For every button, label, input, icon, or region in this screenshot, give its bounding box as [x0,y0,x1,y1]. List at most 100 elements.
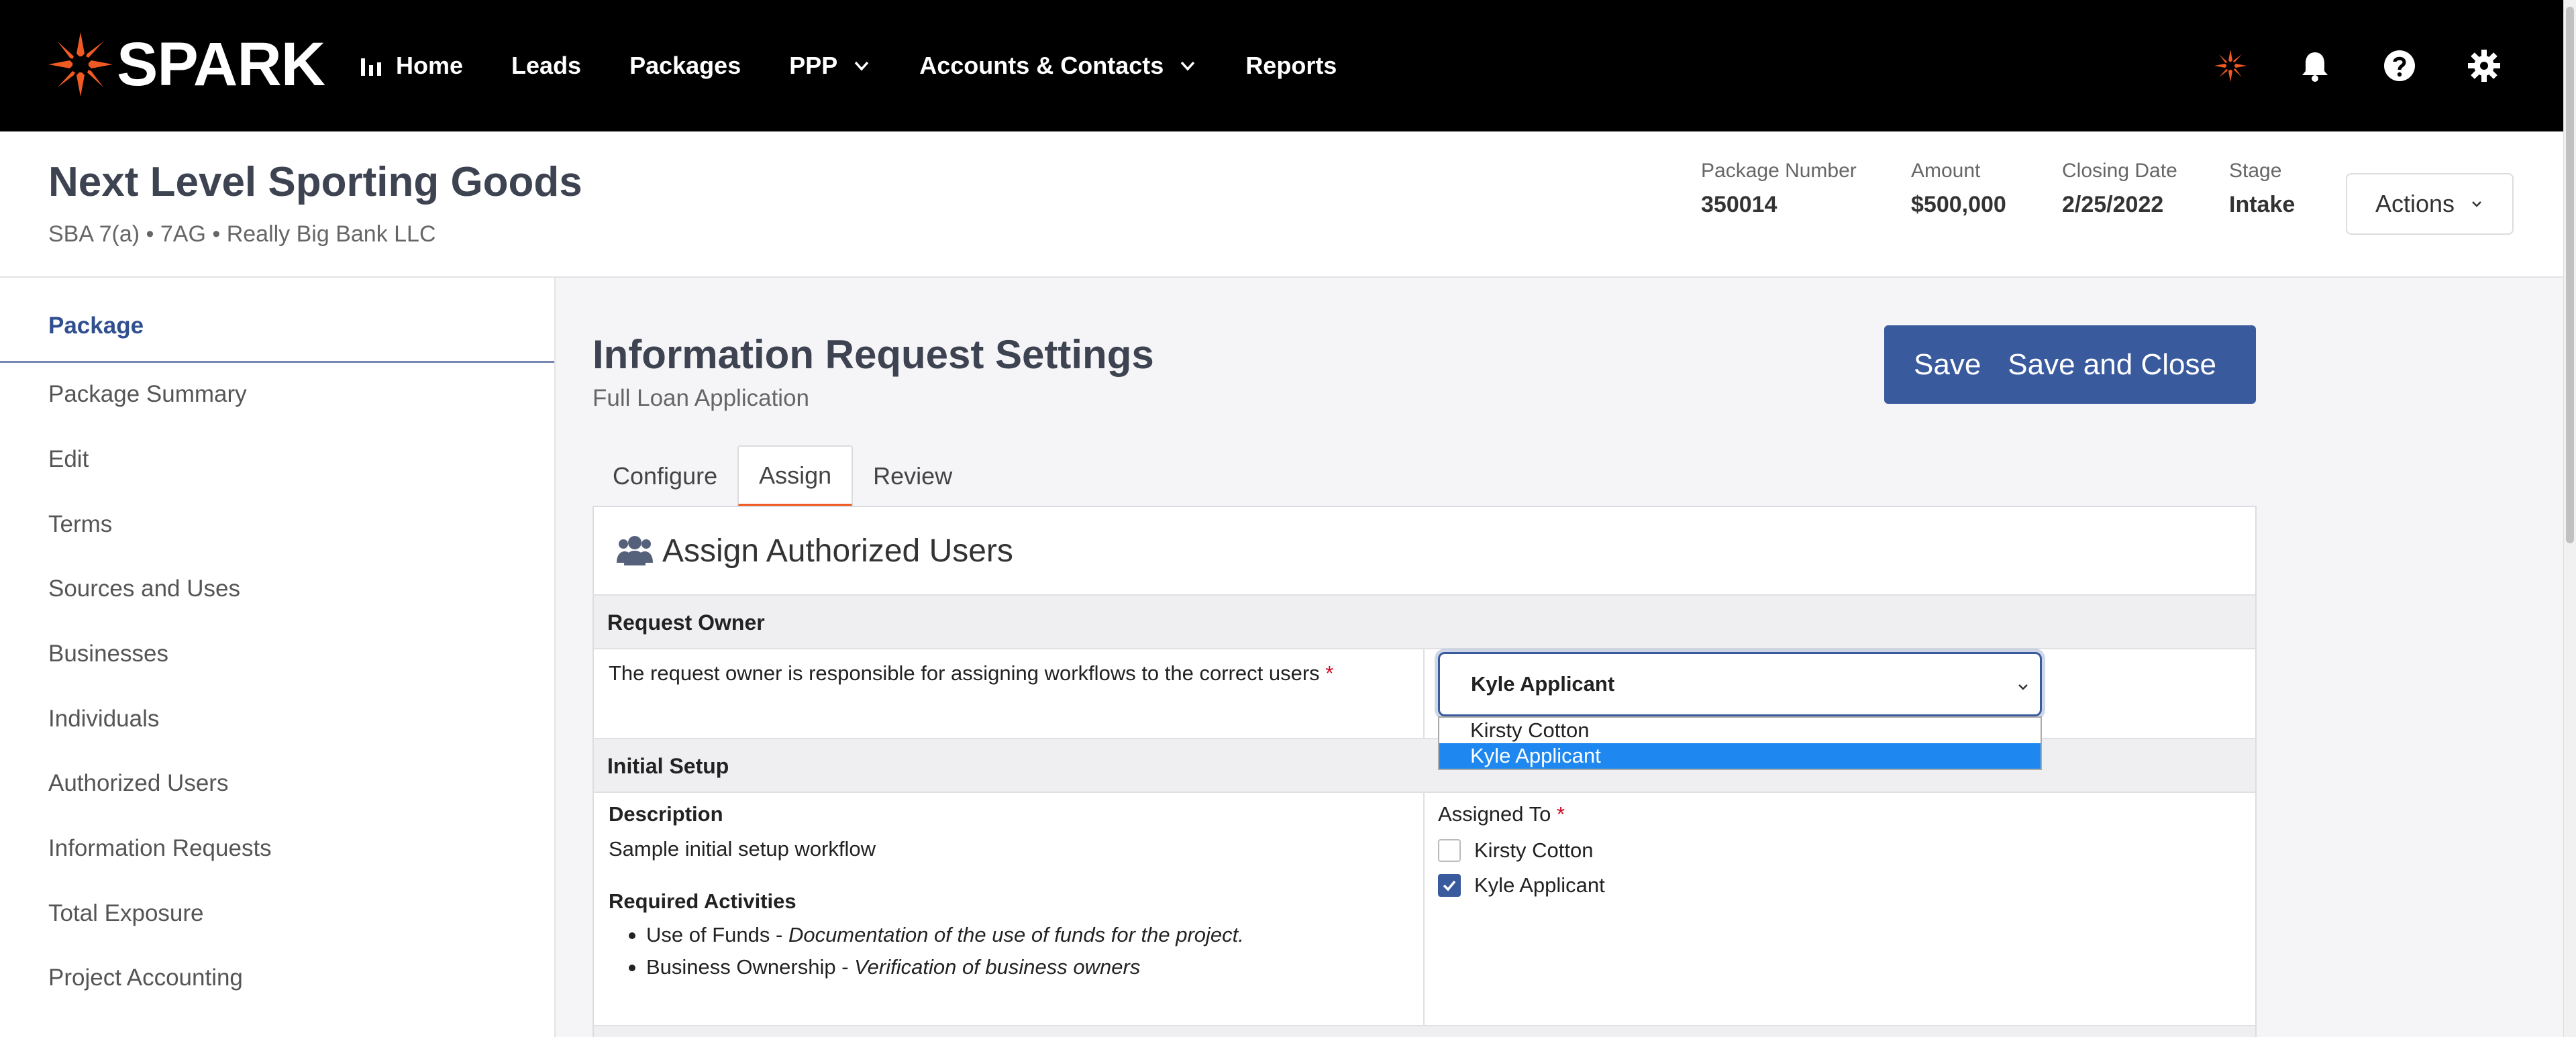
save-button-group: Save Save and Close [1884,325,2256,404]
list-item: Use of Funds - Documentation of the use … [609,923,1244,947]
bar-chart-icon [361,58,381,76]
sidebar-divider [0,361,554,363]
top-navbar: SPARK Home Leads Packages PPP Accounts &… [0,0,2563,131]
required-activities-list: Use of Funds - Documentation of the use … [609,923,1244,987]
assignee-kyle-applicant[interactable]: Kyle Applicant [1438,873,1605,897]
section-request-owner: Request Owner [594,594,2255,649]
page-title: Information Request Settings [593,332,1154,377]
chevron-down-icon [2018,684,2028,690]
nav-packages[interactable]: Packages [629,52,741,80]
stat-value: 350014 [1701,192,1778,217]
gear-icon[interactable] [2467,48,2502,83]
assignee-checkbox[interactable] [1438,874,1461,897]
assignee-kirsty-cotton[interactable]: Kirsty Cotton [1438,838,1593,863]
nav-accounts-contacts[interactable]: Accounts & Contacts [919,52,1197,80]
assigned-to-label: Assigned To * [1438,802,1565,826]
nav-packages-label: Packages [629,52,741,79]
stat-label: Closing Date [2062,160,2177,182]
activity-separator: - [770,923,788,946]
request-owner-description-text: The request owner is responsible for ass… [609,661,1320,685]
tab-review[interactable]: Review [853,445,972,507]
bell-icon[interactable] [2298,48,2332,83]
option-kyle-applicant[interactable]: Kyle Applicant [1439,743,2041,769]
required-activities-label: Required Activities [609,889,796,913]
nav-leads[interactable]: Leads [511,52,581,80]
activity-detail: Verification of business owners [854,955,1141,979]
activity-separator: - [835,955,855,979]
column-divider [1423,793,1425,1025]
chevron-down-icon [1181,61,1195,71]
nav-reports-label: Reports [1245,52,1337,79]
sidebar-item-package-summary[interactable]: Package Summary [48,381,247,408]
settings-tabs: Configure Assign Review [593,445,972,507]
sidebar-item-individuals[interactable]: Individuals [48,706,159,732]
nav-ppp[interactable]: PPP [789,52,871,80]
sidebar-item-businesses[interactable]: Businesses [48,641,168,667]
assign-users-panel: Assign Authorized Users Request Owner Th… [593,506,2257,1037]
actions-dropdown-button[interactable]: Actions [2346,173,2514,235]
panel-title-text: Assign Authorized Users [662,533,1013,569]
stat-label: Amount [1911,160,1981,182]
brand-name: SPARK [117,30,325,99]
stat-package-number: Package Number 350014 [1701,160,1857,218]
help-icon[interactable] [2382,48,2417,83]
required-mark: * [1325,661,1334,685]
main-nav: Home Leads Packages PPP Accounts & Conta… [360,0,1385,131]
assignee-checkbox[interactable] [1438,839,1461,862]
assignee-name: Kyle Applicant [1474,873,1605,897]
description-text: Sample initial setup workflow [609,837,876,861]
stat-closing-date: Closing Date 2/25/2022 [2062,160,2177,218]
nav-reports[interactable]: Reports [1245,52,1337,80]
chevron-down-icon [854,61,869,71]
package-subline: SBA 7(a) • 7AG • Really Big Bank LLC [48,221,436,247]
list-item: Business Ownership - Verification of bus… [609,955,1244,979]
users-group-icon [617,535,653,565]
section-title: Request Owner [607,610,765,635]
tab-assign[interactable]: Assign [737,445,854,507]
nav-home[interactable]: Home [360,52,463,80]
nav-ppp-label: PPP [789,52,838,79]
sidebar-item-authorized-users[interactable]: Authorized Users [48,770,228,797]
sidebar-item-terms[interactable]: Terms [48,511,112,538]
page-subtitle: Full Loan Application [593,385,809,411]
company-name: Next Level Sporting Goods [48,159,582,205]
stat-value: 2/25/2022 [2062,192,2164,217]
assignee-name: Kirsty Cotton [1474,838,1594,862]
nav-leads-label: Leads [511,52,582,79]
nav-home-label: Home [396,52,464,79]
check-icon [1443,880,1456,891]
request-owner-description: The request owner is responsible for ass… [609,661,1333,686]
nav-accounts-label: Accounts & Contacts [919,52,1164,79]
sidebar-item-edit[interactable]: Edit [48,446,89,473]
tab-configure[interactable]: Configure [593,445,737,507]
column-divider [1423,649,1425,738]
spark-logo[interactable]: SPARK [47,31,325,98]
save-and-close-button[interactable]: Save and Close [2008,348,2216,382]
stat-stage: Stage Intake [2229,160,2295,218]
section-title: Initial Setup [607,754,729,778]
actions-label: Actions [2375,190,2455,217]
stat-amount: Amount $500,000 [1911,160,2006,218]
scrollbar-thumb[interactable] [2566,7,2574,543]
request-owner-select[interactable]: Kyle Applicant [1438,652,2042,716]
sidebar-item-total-exposure[interactable]: Total Exposure [48,900,204,927]
activity-name: Use of Funds [646,923,770,946]
required-mark: * [1556,802,1565,826]
save-button[interactable]: Save [1884,348,2008,382]
activity-name: Business Ownership [646,955,836,979]
section-next [594,1025,2255,1037]
stat-label: Stage [2229,160,2282,182]
sidebar-heading[interactable]: Package [48,313,144,339]
stat-label: Package Number [1701,160,1857,182]
panel-title: Assign Authorized Users [615,533,1013,569]
sidebar-item-project-accounting[interactable]: Project Accounting [48,965,243,991]
spark-burst-icon[interactable] [2213,48,2248,83]
sidebar-item-information-requests[interactable]: Information Requests [48,835,272,862]
request-owner-options: Kirsty Cotton Kyle Applicant [1438,716,2042,770]
sidebar-item-sources-and-uses[interactable]: Sources and Uses [48,576,240,602]
spark-burst-icon [48,32,113,97]
request-owner-selected-value: Kyle Applicant [1471,672,1615,696]
package-header: Next Level Sporting Goods SBA 7(a) • 7AG… [0,131,2563,278]
description-label: Description [609,802,723,826]
option-kirsty-cotton[interactable]: Kirsty Cotton [1439,718,2041,743]
